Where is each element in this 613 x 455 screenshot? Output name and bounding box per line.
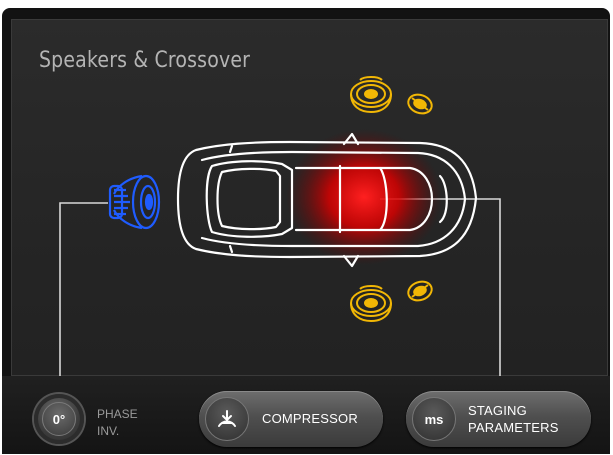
subwoofer-icon[interactable] bbox=[108, 174, 161, 230]
staging-label: STAGING PARAMETERS bbox=[468, 402, 559, 436]
compressor-icon bbox=[205, 397, 249, 441]
front-left-tweeter-icon[interactable] bbox=[406, 91, 435, 116]
front-left-speaker-icon[interactable] bbox=[350, 76, 392, 114]
phase-label-line1: PHASE bbox=[97, 407, 138, 421]
front-right-tweeter-icon[interactable] bbox=[406, 278, 435, 303]
staging-parameters-button[interactable]: ms STAGING PARAMETERS bbox=[406, 391, 591, 447]
compressor-button[interactable]: COMPRESSOR bbox=[199, 391, 383, 447]
phase-label-line2: INV. bbox=[97, 424, 120, 438]
compressor-label: COMPRESSOR bbox=[262, 411, 358, 426]
staging-label-line2: PARAMETERS bbox=[468, 420, 559, 435]
front-right-speaker-icon[interactable] bbox=[350, 285, 392, 323]
staging-label-line1: STAGING bbox=[468, 403, 527, 418]
listening-position-glow bbox=[286, 129, 442, 265]
staging-ms-icon: ms bbox=[412, 397, 456, 441]
phase-invert-label: PHASE INV. bbox=[97, 406, 138, 440]
phase-value: 0° bbox=[42, 402, 76, 436]
phase-invert-knob[interactable]: 0° bbox=[34, 394, 84, 444]
